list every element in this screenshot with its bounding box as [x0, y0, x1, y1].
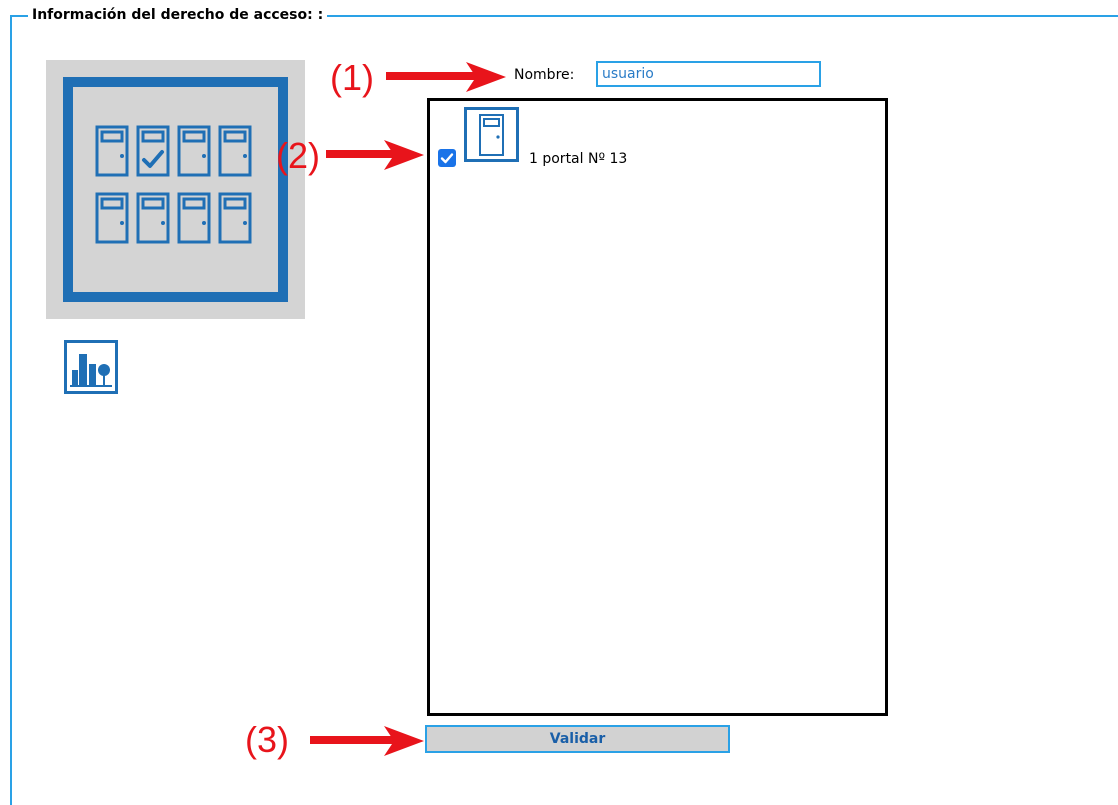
name-label: Nombre:	[514, 67, 575, 83]
door-grid-icon	[46, 60, 305, 319]
arrow-icon	[310, 726, 424, 756]
list-item[interactable]: 1 portal Nº 13	[434, 105, 874, 167]
fieldset-border-left	[10, 15, 12, 805]
access-right-page: Información del derecho de acceso: : (1)…	[0, 0, 1118, 805]
door-list[interactable]: 1 portal Nº 13	[427, 98, 888, 716]
annotation-step-2: (2)	[276, 135, 320, 176]
annotation-step-3: (3)	[245, 719, 289, 760]
annotation-step-1: (1)	[330, 57, 374, 98]
arrow-icon	[326, 140, 424, 170]
checkmark-icon	[440, 153, 454, 164]
validate-button[interactable]: Validar	[425, 725, 730, 753]
arrow-icon	[386, 62, 506, 92]
door-checkbox[interactable]	[438, 149, 456, 167]
building-tree-icon[interactable]	[64, 340, 118, 394]
door-icon	[464, 107, 519, 162]
name-input[interactable]	[596, 61, 821, 87]
section-legend: Información del derecho de acceso: :	[28, 5, 328, 25]
door-label: 1 portal Nº 13	[529, 151, 628, 167]
